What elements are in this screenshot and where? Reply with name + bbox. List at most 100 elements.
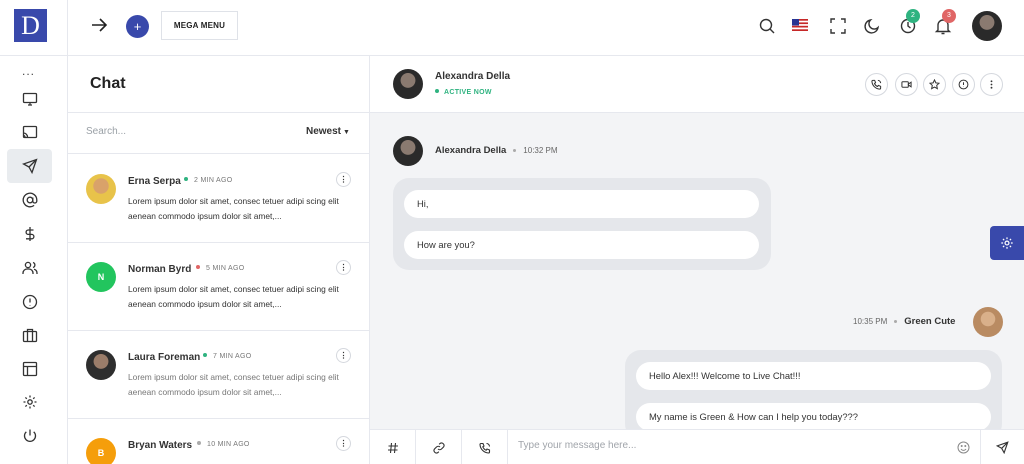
conversation-header: Alexandra Della ACTIVE NOW — [370, 56, 1024, 113]
chat-list-item[interactable]: Erna Serpa 2 MIN AGO ⋮ Lorem ipsum dolor… — [68, 154, 370, 243]
message-time: 7 MIN AGO — [203, 353, 252, 360]
search-input[interactable] — [86, 126, 256, 137]
info-icon — [958, 79, 969, 90]
send-icon — [996, 441, 1009, 454]
alert-circle-icon[interactable] — [7, 285, 52, 319]
chat-list-item[interactable]: Laura Foreman 7 MIN AGO ⋮ Lorem ipsum do… — [68, 330, 370, 418]
conversation-panel: Alexandra Della ACTIVE NOW Alexandra Del… — [370, 56, 1024, 464]
favorite-button[interactable] — [923, 73, 946, 96]
star-icon — [929, 79, 940, 90]
more-options-button[interactable] — [980, 73, 1003, 96]
time-label: 5 MIN AGO — [206, 265, 245, 272]
chat-list-item[interactable]: B Bryan Waters 10 MIN AGO ⋮ — [68, 418, 370, 464]
contact-name: Bryan Waters — [128, 440, 193, 451]
caret-down-icon: ▼ — [343, 129, 350, 136]
sender-avatar — [973, 307, 1003, 337]
rail-divider — [0, 55, 68, 56]
message-time: 10:35 PM — [853, 317, 888, 326]
chat-list-panel: Chat Newest▼ Erna Serpa 2 MIN AGO ⋮ Lore… — [68, 56, 370, 464]
hash-icon — [387, 442, 398, 453]
status-dot — [197, 441, 201, 446]
moon-icon[interactable] — [863, 17, 881, 35]
sender-name: Alexandra Della — [435, 145, 507, 156]
avatar: B — [86, 438, 116, 464]
divider — [68, 112, 370, 113]
arrow-right-icon[interactable] — [90, 16, 108, 34]
time-label: 10 MIN AGO — [207, 441, 250, 448]
more-options-button[interactable]: ⋮ — [336, 436, 351, 451]
phone-icon — [871, 79, 882, 90]
more-vertical-icon — [990, 80, 993, 89]
chat-list-item[interactable]: N Norman Byrd 5 MIN AGO ⋮ Lorem ipsum do… — [68, 242, 370, 330]
separator-dot — [894, 320, 898, 323]
attach-link-button[interactable] — [416, 430, 462, 464]
rail-more-dots[interactable]: ... — [22, 64, 35, 78]
emoji-icon[interactable] — [957, 441, 970, 454]
user-avatar[interactable] — [972, 11, 1002, 41]
more-options-button[interactable]: ⋮ — [336, 260, 351, 275]
message-composer — [370, 429, 1024, 464]
message-preview: Lorem ipsum dolor sit amet, consec tetue… — [128, 284, 339, 309]
call-button[interactable] — [865, 73, 888, 96]
video-call-button[interactable] — [895, 73, 918, 96]
status-label: ACTIVE NOW — [444, 89, 492, 96]
users-icon[interactable] — [7, 251, 52, 285]
notification-badge: 3 — [942, 9, 956, 23]
hashtag-button[interactable] — [370, 430, 416, 464]
message-bubble: Hello Alex!!! Welcome to Live Chat!!! — [636, 362, 991, 390]
mega-menu-button[interactable]: MEGA MENU — [161, 11, 238, 40]
more-options-button[interactable]: ⋮ — [336, 172, 351, 187]
contact-avatar — [393, 69, 423, 99]
voice-call-button[interactable] — [462, 430, 508, 464]
message-time: 5 MIN AGO — [196, 265, 245, 272]
sender-name: Green Cute — [904, 316, 956, 327]
at-sign-icon[interactable] — [7, 183, 52, 217]
message-time: 10 MIN AGO — [197, 441, 250, 448]
message-input[interactable] — [518, 440, 938, 451]
status-dot — [184, 177, 188, 182]
contact-name: Alexandra Della — [435, 71, 511, 82]
separator-dot — [513, 149, 517, 152]
app-logo[interactable]: D — [14, 9, 47, 42]
phone-icon — [478, 442, 490, 454]
send-icon[interactable] — [7, 149, 52, 183]
message-header: Alexandra Della 10:32 PM — [435, 145, 558, 156]
cast-icon[interactable] — [7, 115, 52, 149]
avatar — [86, 174, 116, 204]
top-header: + MEGA MENU 2 3 — [68, 0, 1024, 56]
contact-name: Norman Byrd — [128, 264, 192, 275]
message-bubble: How are you? — [404, 231, 759, 259]
add-button[interactable]: + — [126, 15, 149, 38]
contact-name: Erna Serpa — [128, 176, 181, 187]
sort-label: Newest — [306, 126, 342, 137]
settings-button[interactable] — [990, 226, 1024, 260]
message-bubble: My name is Green & How can I help you to… — [636, 403, 991, 431]
contact-status: ACTIVE NOW — [435, 89, 492, 96]
contact-name: Laura Foreman — [128, 352, 201, 363]
more-options-button[interactable]: ⋮ — [336, 348, 351, 363]
time-label: 2 MIN AGO — [194, 177, 233, 184]
avatar — [86, 350, 116, 380]
clock-badge: 2 — [906, 9, 920, 23]
monitor-icon[interactable] — [7, 82, 52, 116]
gear-icon[interactable] — [7, 385, 52, 419]
fullscreen-icon[interactable] — [829, 17, 847, 35]
sender-avatar — [393, 136, 423, 166]
message-bubble: Hi, — [404, 190, 759, 218]
status-dot — [196, 265, 200, 270]
briefcase-icon[interactable] — [7, 318, 52, 352]
power-icon[interactable] — [7, 419, 52, 453]
message-header: 10:35 PM Green Cute — [853, 316, 955, 327]
status-dot — [435, 89, 439, 94]
chat-title: Chat — [90, 75, 126, 92]
message-group: Hi, How are you? — [393, 178, 771, 270]
layout-icon[interactable] — [7, 352, 52, 386]
sort-dropdown[interactable]: Newest ▼ — [306, 126, 350, 137]
link-icon — [432, 441, 445, 454]
dollar-icon[interactable] — [7, 217, 52, 251]
search-icon[interactable] — [758, 17, 776, 35]
info-button[interactable] — [952, 73, 975, 96]
us-flag-icon[interactable] — [792, 19, 808, 31]
send-button[interactable] — [980, 430, 1024, 464]
message-preview: Lorem ipsum dolor sit amet, consec tetue… — [128, 196, 339, 221]
